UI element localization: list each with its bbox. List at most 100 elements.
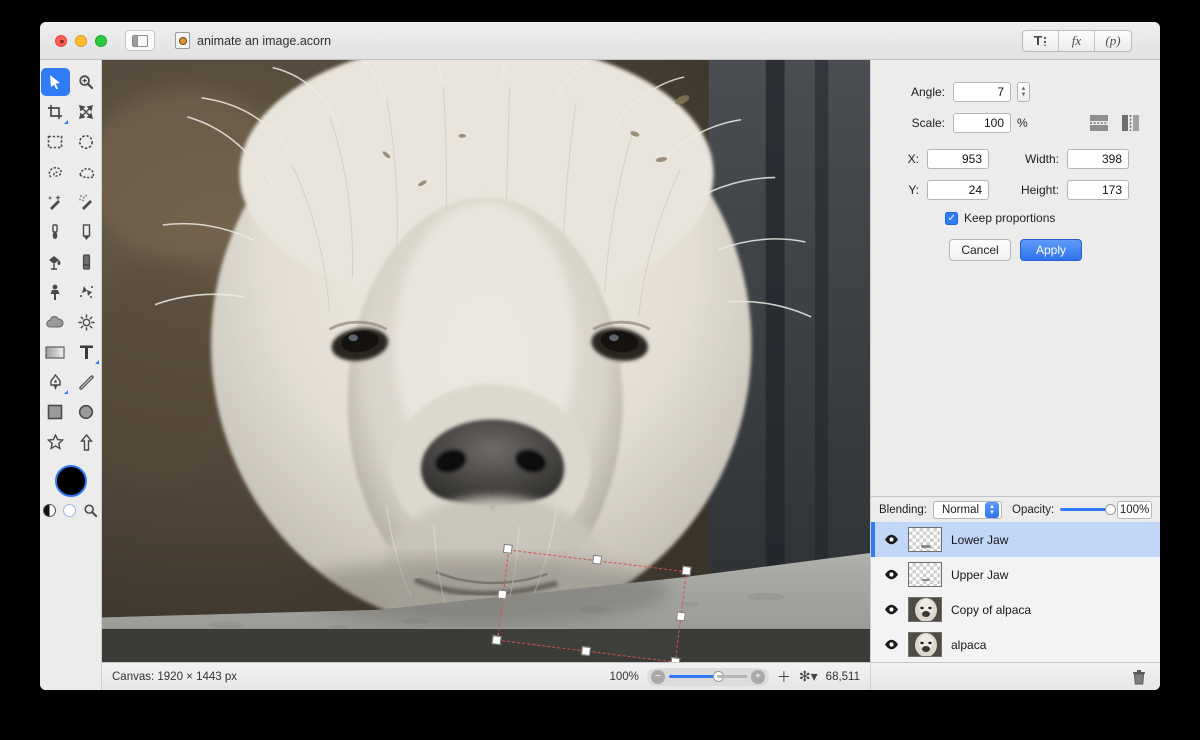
canvas-container: Canvas: 1920 × 1443 px 100% − + ＋ ✻▾ 68,…: [102, 60, 870, 690]
zoom-slider[interactable]: − +: [646, 667, 769, 686]
bezier-pen-tool[interactable]: [41, 368, 70, 396]
height-input[interactable]: 173: [1067, 180, 1129, 200]
gear-icon[interactable]: ✻▾: [799, 668, 818, 685]
app-window: animate an image.acorn fx (p) Canvas: 19…: [40, 22, 1160, 690]
blending-label: Blending:: [879, 503, 927, 516]
layer-row-upper-jaw[interactable]: Upper Jaw: [871, 557, 1160, 592]
y-height-row: Y: 24 Height: 173: [889, 180, 1142, 200]
transform-tool[interactable]: [72, 98, 101, 126]
sidebar-toggle-button[interactable]: [125, 30, 155, 51]
eye-icon[interactable]: [883, 534, 899, 545]
eye-icon[interactable]: [883, 639, 899, 650]
zoom-tool[interactable]: [72, 68, 101, 96]
layer-thumbnail: [908, 597, 942, 622]
tab-palette[interactable]: (p): [1095, 31, 1131, 51]
tab-transform[interactable]: [1023, 31, 1059, 51]
layer-list: Lower Jaw Upper Jaw Copy of alpaca alpac…: [871, 522, 1160, 662]
layer-thumbnail: [908, 527, 942, 552]
gradient-tool[interactable]: [41, 338, 70, 366]
text-tool[interactable]: [72, 338, 101, 366]
traffic-lights: [55, 34, 107, 47]
layer-thumbnail: [908, 562, 942, 587]
zoom-slider-knob[interactable]: [712, 671, 724, 682]
close-button[interactable]: [55, 34, 67, 47]
zoom-slider-track[interactable]: [668, 671, 747, 682]
background-color-swatch[interactable]: [63, 504, 76, 517]
layer-row-alpaca[interactable]: alpaca: [871, 627, 1160, 662]
blur-tool[interactable]: [41, 308, 70, 336]
document-title: animate an image.acorn: [175, 32, 331, 49]
keep-proportions-label: Keep proportions: [964, 211, 1056, 225]
rectangular-select-tool[interactable]: [41, 128, 70, 156]
scale-input[interactable]: 100: [953, 113, 1011, 133]
y-input[interactable]: 24: [927, 180, 989, 200]
angle-row: Angle: 7 ▲ ▼: [889, 82, 1142, 102]
document-name: animate an image.acorn: [197, 33, 332, 48]
paint-bucket-tool[interactable]: [41, 248, 70, 276]
layers-footer: [871, 662, 1160, 690]
opacity-value[interactable]: 100%: [1117, 500, 1152, 519]
instant-alpha-tool[interactable]: [72, 188, 101, 216]
scale-unit-label: %: [1017, 116, 1028, 130]
flip-horizontal-icon[interactable]: [1088, 113, 1110, 133]
plus-icon[interactable]: ＋: [777, 667, 791, 687]
keep-proportions-checkbox[interactable]: [945, 211, 958, 225]
tab-fx[interactable]: fx: [1059, 31, 1095, 51]
ellipse-shape-tool[interactable]: [72, 398, 101, 426]
color-swatches[interactable]: [43, 465, 98, 518]
layer-row-lower-jaw[interactable]: Lower Jaw: [871, 522, 1160, 557]
scale-row: Scale: 100 %: [889, 113, 1142, 133]
zoom-out-icon[interactable]: −: [650, 669, 665, 684]
handle-bottom-center[interactable]: [580, 646, 591, 657]
transform-action-buttons: Cancel Apply: [889, 239, 1142, 261]
pencil-tool[interactable]: [72, 218, 101, 246]
inspector-panel: Angle: 7 ▲ ▼ Scale: 100 % X: 953 Width: …: [870, 60, 1160, 690]
clone-stamp-tool[interactable]: [41, 278, 70, 306]
rectangle-shape-tool[interactable]: [41, 398, 70, 426]
star-shape-tool[interactable]: [41, 428, 70, 456]
angle-label: Angle:: [910, 85, 945, 99]
cancel-button[interactable]: Cancel: [949, 239, 1011, 261]
inspector-segmented-control[interactable]: fx (p): [1022, 30, 1132, 52]
apply-button[interactable]: Apply: [1020, 239, 1082, 261]
zoom-in-icon[interactable]: +: [750, 669, 765, 684]
minimize-button[interactable]: [75, 34, 87, 47]
elliptical-select-tool[interactable]: [72, 128, 101, 156]
blending-mode-value: Normal: [941, 503, 980, 516]
angle-stepper[interactable]: ▲ ▼: [1017, 82, 1030, 102]
move-tool[interactable]: [40, 68, 70, 96]
magic-wand-tool[interactable]: [41, 188, 70, 216]
blending-mode-select[interactable]: Normal ▲ ▼: [932, 500, 1003, 519]
handle-bottom-left[interactable]: [491, 635, 502, 646]
keep-proportions-row[interactable]: Keep proportions: [945, 211, 1142, 225]
brush-tool[interactable]: [41, 218, 70, 246]
layer-row-copy-of-alpaca[interactable]: Copy of alpaca: [871, 592, 1160, 627]
arrow-shape-tool[interactable]: [72, 428, 101, 456]
x-label: X:: [907, 152, 919, 166]
scale-label: Scale:: [911, 116, 945, 130]
zoom-button[interactable]: [95, 34, 107, 47]
crop-tool[interactable]: [41, 98, 70, 126]
angle-input[interactable]: 7: [953, 82, 1011, 102]
default-colors-icon[interactable]: [43, 504, 56, 517]
trash-icon[interactable]: [1132, 669, 1146, 685]
panel-spacer: [871, 271, 1160, 496]
opacity-slider-knob[interactable]: [1105, 504, 1117, 515]
eraser-tool[interactable]: [72, 248, 101, 276]
eye-icon[interactable]: [883, 569, 899, 580]
document-icon: [175, 32, 190, 49]
handle-bottom-right[interactable]: [670, 657, 681, 662]
lasso-tool[interactable]: [41, 158, 70, 186]
eye-icon[interactable]: [883, 604, 899, 615]
dodge-tool[interactable]: [72, 308, 101, 336]
polygon-lasso-tool[interactable]: [72, 158, 101, 186]
width-input[interactable]: 398: [1067, 149, 1129, 169]
color-picker-icon[interactable]: [83, 503, 98, 518]
foreground-color-swatch[interactable]: [54, 465, 87, 497]
x-input[interactable]: 953: [927, 149, 989, 169]
smudge-tool[interactable]: [72, 278, 101, 306]
line-tool[interactable]: [72, 368, 101, 396]
image-canvas[interactable]: [102, 60, 870, 662]
flip-vertical-icon[interactable]: [1120, 113, 1142, 133]
opacity-slider[interactable]: [1060, 504, 1117, 515]
